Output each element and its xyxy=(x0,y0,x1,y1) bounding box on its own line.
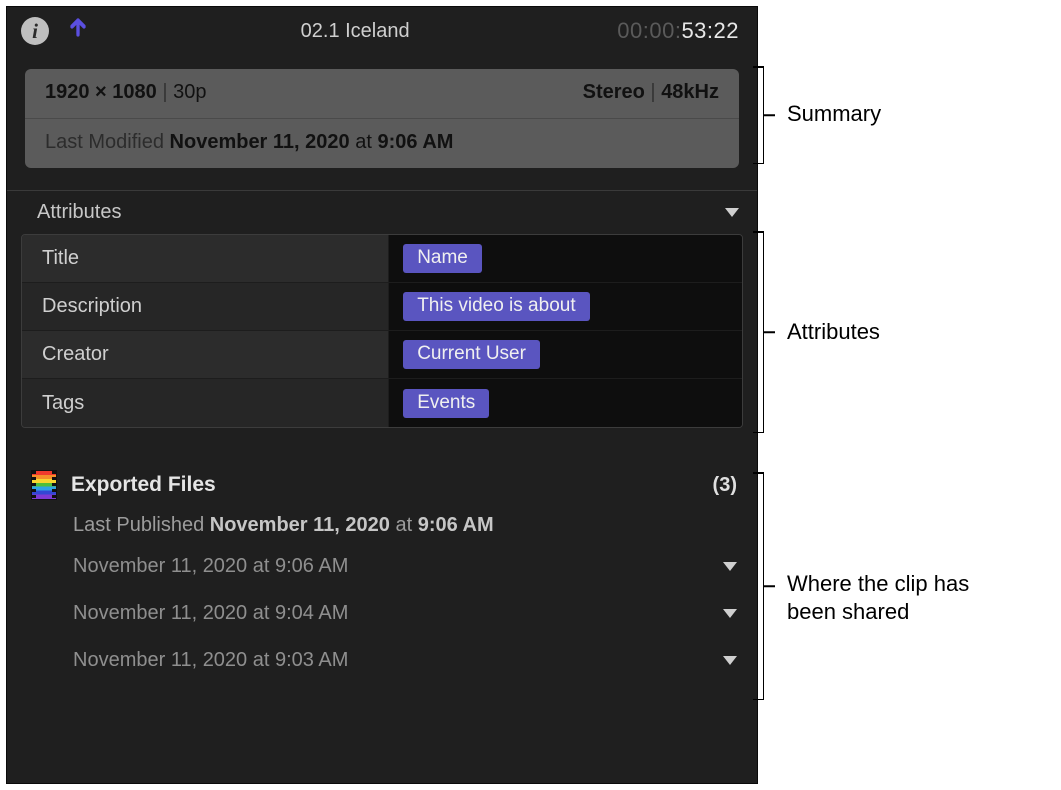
exported-count: (3) xyxy=(713,474,737,497)
attr-row-tags: Tags Events xyxy=(22,379,742,427)
attr-label: Tags xyxy=(22,379,389,427)
chevron-down-icon xyxy=(723,609,737,618)
export-item[interactable]: November 11, 2020 at 9:06 AM xyxy=(31,543,737,590)
summary-card: 1920 × 1080 | 30p Stereo | 48kHz Last Mo… xyxy=(25,69,739,168)
inspector-panel: i 02.1 Iceland 00:00:53:22 1920 × 1080 xyxy=(6,6,758,784)
timecode: 00:00:53:22 xyxy=(617,18,739,44)
attributes-section-header[interactable]: Attributes xyxy=(7,191,757,232)
attr-row-creator: Creator Current User xyxy=(22,331,742,379)
attr-label: Creator xyxy=(22,331,389,378)
token[interactable]: Name xyxy=(403,244,482,273)
attr-value-cell[interactable]: Name xyxy=(389,235,742,282)
attr-row-title: Title Name xyxy=(22,235,742,283)
summary-row-modified: Last Modified November 11, 2020 at 9:06 … xyxy=(25,119,739,168)
exported-section: Exported Files (3) Last Published Novemb… xyxy=(7,470,757,684)
chevron-down-icon xyxy=(723,656,737,665)
exported-header[interactable]: Exported Files (3) xyxy=(31,470,737,500)
callout-shared: Where the clip has been shared xyxy=(787,570,987,625)
token[interactable]: This video is about xyxy=(403,292,589,321)
attr-value-cell[interactable]: Events xyxy=(389,379,742,427)
share-icon[interactable] xyxy=(63,17,93,45)
callout-attributes: Attributes xyxy=(787,318,880,346)
last-published: Last Published November 11, 2020 at 9:06… xyxy=(73,514,737,537)
chevron-down-icon xyxy=(725,208,739,217)
bracket-summary xyxy=(763,66,764,164)
export-item[interactable]: November 11, 2020 at 9:03 AM xyxy=(31,637,737,684)
bracket-shared xyxy=(763,472,764,700)
attr-row-description: Description This video is about xyxy=(22,283,742,331)
summary-row-format: 1920 × 1080 | 30p Stereo | 48kHz xyxy=(25,69,739,119)
token[interactable]: Events xyxy=(403,389,489,418)
callout-summary: Summary xyxy=(787,100,881,128)
clip-title: 02.1 Iceland xyxy=(93,20,617,43)
export-item[interactable]: November 11, 2020 at 9:04 AM xyxy=(31,590,737,637)
inspector-header: i 02.1 Iceland 00:00:53:22 xyxy=(7,7,757,57)
callouts-layer: Summary Attributes Where the clip has be… xyxy=(763,0,1061,790)
info-icon[interactable]: i xyxy=(21,17,49,45)
attributes-table: Title Name Description This video is abo… xyxy=(21,234,743,428)
bracket-attributes xyxy=(763,231,764,433)
attr-value-cell[interactable]: This video is about xyxy=(389,283,742,330)
attr-value-cell[interactable]: Current User xyxy=(389,331,742,378)
film-icon xyxy=(31,470,57,500)
exported-title: Exported Files xyxy=(71,473,216,497)
attr-label: Title xyxy=(22,235,389,282)
attributes-title: Attributes xyxy=(37,201,121,224)
token[interactable]: Current User xyxy=(403,340,540,369)
attr-label: Description xyxy=(22,283,389,330)
chevron-down-icon xyxy=(723,562,737,571)
